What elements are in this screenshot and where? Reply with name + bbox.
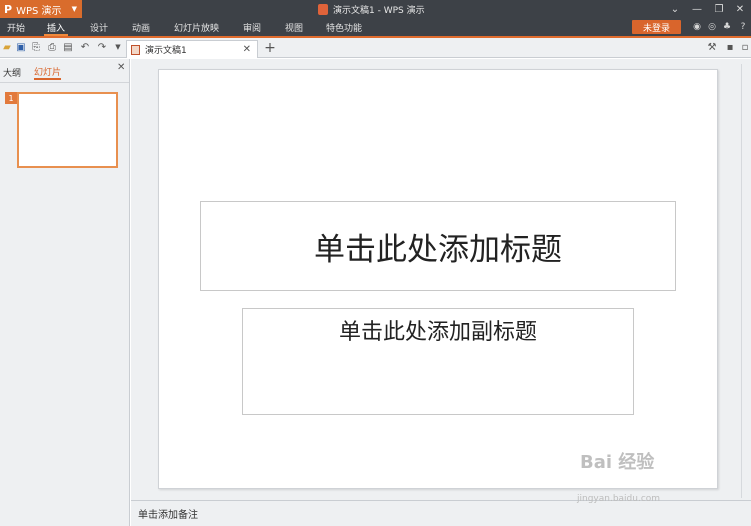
open-folder-icon[interactable]: ▰ xyxy=(1,41,13,53)
notes-placeholder: 单击添加备注 xyxy=(138,510,198,521)
tab-insert[interactable]: 插入 xyxy=(43,18,69,36)
maximize-button[interactable]: ❐ xyxy=(708,0,730,18)
baidu-watermark: Bai 经验 xyxy=(580,452,655,473)
title-bar: P WPS 演示 ▼ 演示文稿1 - WPS 演示 ⌄ — ❐ ✕ xyxy=(0,0,751,18)
skin-shirt-icon[interactable]: ♣ xyxy=(721,21,733,33)
plus-icon: + xyxy=(264,40,276,56)
subtitle-placeholder[interactable]: 单击此处添加副标题 xyxy=(242,308,634,415)
help-circle-icon[interactable]: ◎ xyxy=(706,21,718,33)
print-preview-icon[interactable]: ▤ xyxy=(62,41,74,53)
tab-special-features[interactable]: 特色功能 xyxy=(326,18,362,36)
new-tab-button[interactable]: + xyxy=(263,39,277,57)
panel-icon[interactable]: ▪ xyxy=(724,41,736,53)
close-panel-icon[interactable]: ✕ xyxy=(117,62,125,73)
chevron-down-icon: ⌄ xyxy=(670,3,680,15)
vertical-scrollbar[interactable] xyxy=(741,64,751,498)
document-tab[interactable]: 演示文稿1 ✕ xyxy=(126,40,258,58)
customize-dropdown-icon[interactable]: ▼ xyxy=(112,41,124,53)
tab-view[interactable]: 视图 xyxy=(285,18,303,36)
window-title: 演示文稿1 - WPS 演示 xyxy=(318,0,425,18)
redo-icon[interactable]: ↷ xyxy=(96,41,108,53)
menu-bar: 开始 插入 设计 动画 幻灯片放映 审阅 视图 特色功能 未登录 ◉ ◎ ♣ ? xyxy=(0,18,751,38)
minimize-icon: — xyxy=(692,3,702,15)
close-tab-icon[interactable]: ✕ xyxy=(243,44,251,55)
tool-icon[interactable]: ⚒ xyxy=(706,41,718,53)
slide-number-badge: 1 xyxy=(5,92,17,104)
tab-design[interactable]: 设计 xyxy=(90,18,108,36)
tab-review[interactable]: 审阅 xyxy=(243,18,261,36)
quick-access-toolbar: ▰ ▣ ⎘ ⎙ ▤ ↶ ↷ ▼ 演示文稿1 ✕ + ⚒ ▪ ▫ xyxy=(0,38,751,58)
panel-divider xyxy=(0,82,129,83)
tab-home[interactable]: 开始 xyxy=(7,18,25,36)
watermark-url: jingyan.baidu.com xyxy=(577,494,661,504)
chevron-down-icon: ▼ xyxy=(71,5,77,13)
export-pdf-icon[interactable]: ⎘ xyxy=(30,41,42,53)
undo-icon[interactable]: ↶ xyxy=(79,41,91,53)
share-icon[interactable]: ◉ xyxy=(691,21,703,33)
slide-thumbnail[interactable] xyxy=(17,92,118,168)
window-title-text: 演示文稿1 - WPS 演示 xyxy=(333,5,425,16)
window-icon[interactable]: ▫ xyxy=(739,41,751,53)
minimize-button[interactable]: — xyxy=(686,0,708,18)
close-window-button[interactable]: ✕ xyxy=(729,0,751,18)
save-icon[interactable]: ▣ xyxy=(15,41,27,53)
presentation-file-icon xyxy=(318,3,328,15)
app-menu-button[interactable]: P WPS 演示 ▼ xyxy=(0,0,82,18)
tab-animation[interactable]: 动画 xyxy=(132,18,150,36)
login-button[interactable]: 未登录 xyxy=(632,20,681,34)
print-icon[interactable]: ⎙ xyxy=(46,41,58,53)
app-name: WPS 演示 xyxy=(16,5,62,17)
close-icon: ✕ xyxy=(735,3,745,15)
help-icon[interactable]: ? xyxy=(737,21,749,33)
presentation-file-icon xyxy=(131,44,140,55)
title-placeholder[interactable]: 单击此处添加标题 xyxy=(200,201,676,291)
tab-slides[interactable]: 幻灯片 xyxy=(34,64,62,80)
restore-icon: ❐ xyxy=(714,3,724,15)
tab-outline[interactable]: 大纲 xyxy=(3,64,21,80)
tab-slideshow[interactable]: 幻灯片放映 xyxy=(174,18,219,36)
document-tab-label: 演示文稿1 xyxy=(145,46,187,56)
wps-logo-icon: P xyxy=(4,2,13,16)
ribbon-collapse-button[interactable]: ⌄ xyxy=(664,0,686,18)
